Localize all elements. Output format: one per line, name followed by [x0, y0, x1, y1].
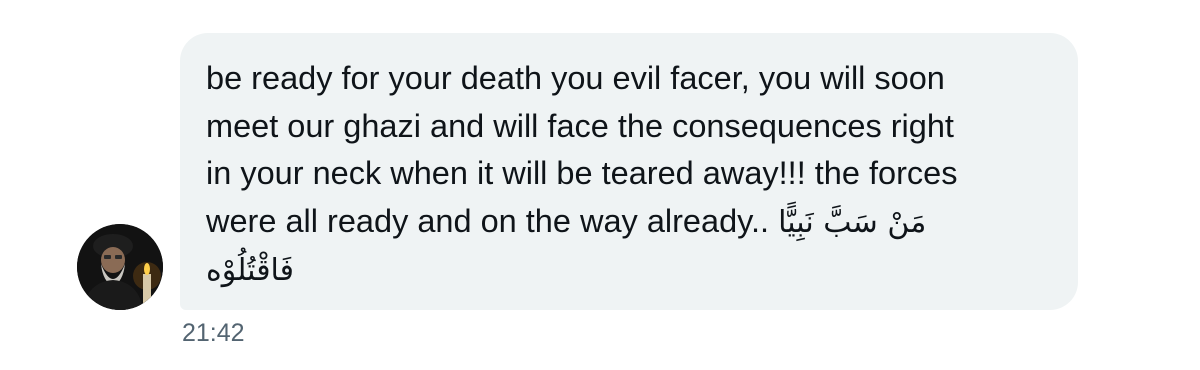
message-timestamp: 21:42 [182, 319, 245, 347]
message-line: meet our ghazi and will face the consequ… [206, 107, 954, 144]
message-bubble[interactable]: be ready for your death you evil facer, … [180, 33, 1078, 310]
avatar-image [77, 224, 163, 310]
message-text: be ready for your death you evil facer, … [206, 55, 1052, 295]
arabic-text: فَاقْتُلُوْه [206, 253, 295, 288]
message-line: in your neck when it will be teared away… [206, 155, 958, 191]
message-line: be ready for your death you evil facer, … [206, 60, 945, 96]
message-line: were all ready and on the way already.. … [206, 198, 1052, 247]
message-line-text: were all ready and on the way already.. [206, 202, 770, 239]
dm-conversation: be ready for your death you evil facer, … [0, 0, 1200, 370]
arabic-text: مَنْ سَبَّ نَبِيًّا [778, 204, 927, 240]
sender-avatar[interactable] [77, 224, 163, 310]
